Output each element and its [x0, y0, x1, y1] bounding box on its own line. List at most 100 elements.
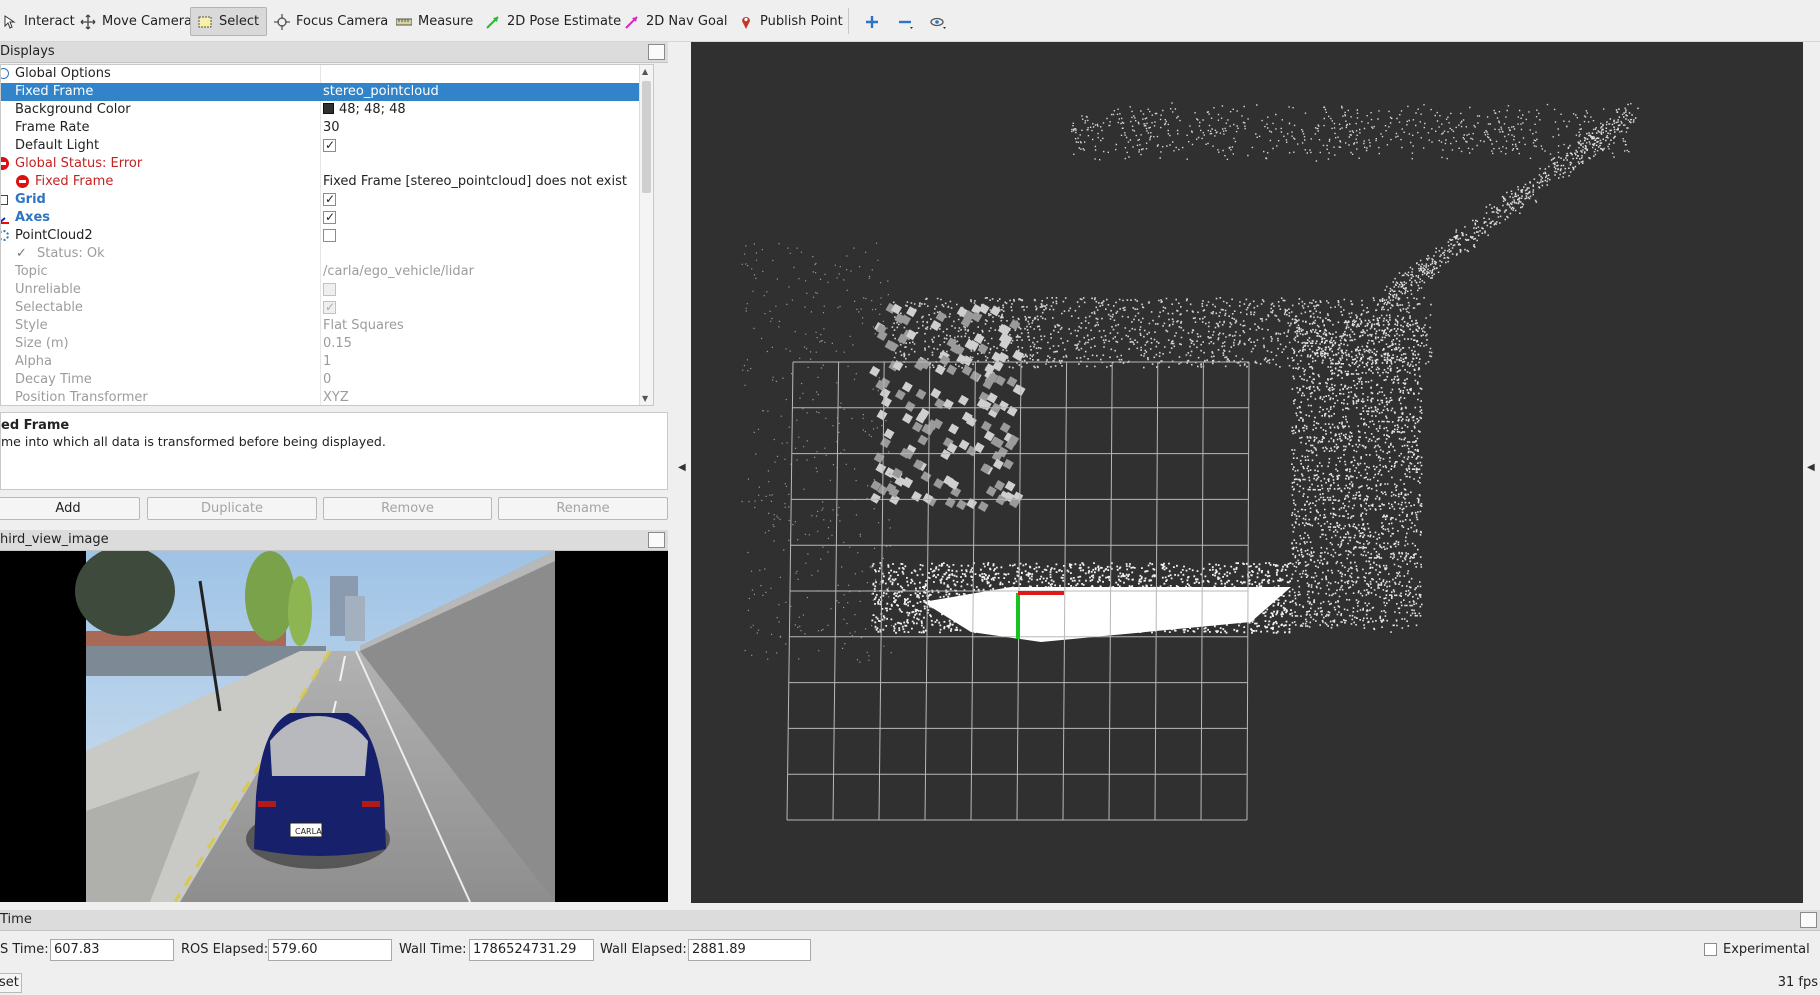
- panels-visibility-button[interactable]: [924, 7, 952, 36]
- point-cloud-patch: [881, 396, 892, 408]
- style-label: Style: [15, 318, 48, 333]
- time-float-button[interactable]: [1800, 912, 1817, 928]
- frame-rate-value[interactable]: 30: [323, 119, 340, 137]
- decay-time-value[interactable]: 0: [323, 371, 331, 389]
- displays-tree: Global Options Fixed Frame stereo_pointc…: [0, 64, 654, 406]
- interact-tool[interactable]: Interact: [0, 7, 81, 36]
- point-cloud-patch: [883, 428, 895, 440]
- default-light-label: Default Light: [15, 138, 100, 153]
- tree-row-pointcloud2[interactable]: PointCloud2: [1, 227, 653, 245]
- axes-checkbox[interactable]: [323, 208, 336, 226]
- ros-time-field[interactable]: 607.83: [50, 939, 174, 961]
- point-cloud-patch: [948, 423, 960, 435]
- unreliable-checkbox[interactable]: [323, 283, 336, 296]
- style-value[interactable]: Flat Squares: [323, 317, 404, 335]
- topic-value[interactable]: /carla/ego_vehicle/lidar: [323, 263, 474, 281]
- tree-row-default-light[interactable]: Default Light: [1, 136, 653, 155]
- displays-float-button[interactable]: [648, 44, 665, 60]
- add-display-button[interactable]: Add: [0, 497, 140, 520]
- publish-point-tool[interactable]: Publish Point: [732, 7, 849, 36]
- tree-row-size[interactable]: Size (m) 0.15: [1, 335, 653, 353]
- size-value[interactable]: 0.15: [323, 335, 352, 353]
- color-swatch: [323, 103, 334, 114]
- scrollbar-thumb[interactable]: [642, 81, 651, 193]
- move-camera-icon: [80, 14, 96, 30]
- selectable-checkbox[interactable]: [323, 298, 336, 316]
- tree-row-fixed-frame[interactable]: Fixed Frame stereo_pointcloud: [1, 83, 653, 101]
- tree-row-axes[interactable]: Axes: [1, 208, 653, 227]
- displays-panel-header: Displays: [0, 42, 668, 63]
- focus-camera-icon: [274, 13, 290, 30]
- tree-row-background-color[interactable]: Background Color 48; 48; 48: [1, 101, 653, 119]
- column-divider: [320, 371, 321, 389]
- pointcloud2-checkbox[interactable]: [323, 229, 336, 242]
- ros-elapsed-field[interactable]: 579.60: [268, 939, 392, 961]
- column-divider: [320, 299, 321, 317]
- experimental-checkbox[interactable]: [1704, 943, 1717, 956]
- tree-row-unreliable[interactable]: Unreliable: [1, 281, 653, 299]
- column-divider: [320, 335, 321, 353]
- add-tool-button[interactable]: [858, 7, 886, 36]
- 3d-render-view[interactable]: [691, 42, 1803, 903]
- wall-time-field[interactable]: 1786524731.29: [469, 939, 594, 961]
- tree-row-global-status[interactable]: Global Status: Error: [1, 155, 653, 173]
- wall-elapsed-field[interactable]: 2881.89: [688, 939, 811, 961]
- background-color-value[interactable]: 48; 48; 48: [323, 101, 406, 119]
- third-view-image: CARLA: [0, 551, 668, 902]
- position-transformer-value[interactable]: XYZ: [323, 389, 349, 405]
- tree-row-fixed-frame-error[interactable]: Fixed Frame Fixed Frame [stereo_pointclo…: [1, 173, 653, 191]
- 2d-pose-estimate-tool[interactable]: 2D Pose Estimate: [479, 7, 627, 36]
- axes-label: Axes: [15, 210, 51, 225]
- point-cloud-patch: [904, 400, 916, 412]
- measure-tool[interactable]: Measure: [390, 7, 479, 36]
- remove-tool-button[interactable]: [891, 7, 919, 36]
- select-tool[interactable]: Select: [190, 7, 267, 36]
- point-cloud-patch: [946, 364, 958, 376]
- move-camera-tool[interactable]: Move Camera: [74, 7, 198, 36]
- duplicate-display-button[interactable]: Duplicate: [147, 497, 317, 520]
- scroll-down-icon[interactable]: ▼: [642, 394, 648, 403]
- tree-row-frame-rate[interactable]: Frame Rate 30: [1, 119, 653, 137]
- default-light-checkbox[interactable]: [323, 136, 336, 154]
- tree-row-style[interactable]: Style Flat Squares: [1, 317, 653, 335]
- fixed-frame-value[interactable]: stereo_pointcloud: [323, 83, 439, 101]
- 2d-nav-goal-tool[interactable]: 2D Nav Goal: [618, 7, 734, 36]
- grid-checkbox[interactable]: [323, 190, 336, 208]
- collapse-right-icon[interactable]: ◀: [1807, 462, 1815, 473]
- tree-row-status-ok[interactable]: ✓ Status: Ok: [1, 245, 653, 263]
- scroll-up-icon[interactable]: ▲: [642, 67, 648, 76]
- decay-time-label: Decay Time: [15, 372, 92, 387]
- point-cloud-patch: [920, 471, 932, 483]
- alpha-value[interactable]: 1: [323, 353, 331, 371]
- point-cloud-patch: [915, 388, 927, 400]
- time-panel-title: Time: [0, 912, 32, 927]
- camera-panel-title: hird_view_image: [0, 532, 109, 547]
- main-toolbar: Interact Move Camera Select Focus Camera…: [0, 0, 1820, 42]
- tree-row-decay-time[interactable]: Decay Time 0: [1, 371, 653, 389]
- point-cloud-patch: [944, 497, 956, 509]
- collapse-left-icon[interactable]: ◀: [678, 462, 686, 473]
- background-color-text: 48; 48; 48: [339, 102, 406, 117]
- point-cloud-dense-area: [923, 587, 1291, 642]
- point-cloud-patch: [958, 439, 970, 451]
- remove-display-button[interactable]: Remove: [323, 497, 492, 520]
- description-title: ed Frame: [1, 418, 70, 433]
- point-cloud-patch: [1002, 458, 1014, 470]
- tree-scrollbar[interactable]: ▲ ▼: [639, 65, 653, 405]
- column-divider: [320, 191, 321, 209]
- reset-button[interactable]: set: [0, 973, 22, 993]
- tree-row-alpha[interactable]: Alpha 1: [1, 353, 653, 371]
- tree-row-selectable[interactable]: Selectable: [1, 298, 653, 317]
- tree-row-global-options[interactable]: Global Options: [1, 65, 653, 83]
- axes-icon: [1, 212, 10, 224]
- point-cloud-patch: [911, 490, 922, 502]
- focus-camera-tool[interactable]: Focus Camera: [268, 7, 394, 36]
- toolbar-separator: [848, 8, 849, 34]
- interact-icon: [2, 14, 18, 30]
- tree-row-topic[interactable]: Topic /carla/ego_vehicle/lidar: [1, 263, 653, 281]
- tree-row-position-transformer[interactable]: Position Transformer XYZ: [1, 389, 653, 405]
- camera-float-button[interactable]: [648, 532, 665, 548]
- rename-display-button[interactable]: Rename: [498, 497, 668, 520]
- eye-icon: [930, 14, 946, 30]
- tree-row-grid[interactable]: Grid: [1, 190, 653, 209]
